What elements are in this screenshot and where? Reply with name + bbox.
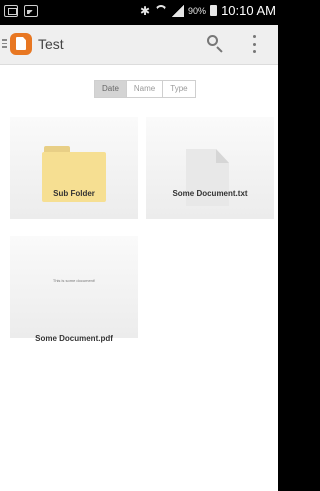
picture-icon [24,5,38,17]
app-logo-icon[interactable] [10,33,32,55]
battery-percent: 90% [188,5,207,16]
navigation-drawer-icon[interactable] [2,39,7,48]
overflow-menu-icon[interactable] [253,35,257,53]
sort-tab-date[interactable]: Date [95,81,127,97]
sort-tab-type[interactable]: Type [163,81,195,97]
status-right: ✱ 90% 10:10 AM [140,3,276,18]
signal-icon [172,4,185,17]
status-bar: ✱ 90% 10:10 AM [0,0,278,25]
file-label: Some Document.txt [172,189,248,198]
battery-icon [210,5,218,16]
status-left-icons [4,5,38,17]
status-time: 10:10 AM [221,3,276,18]
file-tile-some-document-pdf[interactable]: This is some document! Some Document.pdf [10,236,138,356]
file-thumbnail [10,117,138,219]
file-thumbnail: This is some document! [10,236,138,338]
screen: ✱ 90% 10:10 AM Test Date Name Type Sub F… [0,0,278,491]
sort-tab-name[interactable]: Name [126,81,164,97]
sort-tabs: Date Name Type [94,80,196,98]
page-title: Test [38,36,64,52]
pdf-preview-text: This is some document! [52,278,96,283]
file-label: Some Document.pdf [35,334,113,343]
wifi-icon [154,5,168,17]
file-label: Sub Folder [53,189,95,198]
search-icon[interactable] [207,35,225,53]
bluetooth-icon: ✱ [139,3,151,18]
file-tile-sub-folder[interactable]: Sub Folder [10,117,138,237]
file-tile-some-document-txt[interactable]: Some Document.txt [146,117,274,237]
photo-icon [4,5,18,17]
action-bar: Test [0,25,278,65]
file-thumbnail [146,117,274,219]
